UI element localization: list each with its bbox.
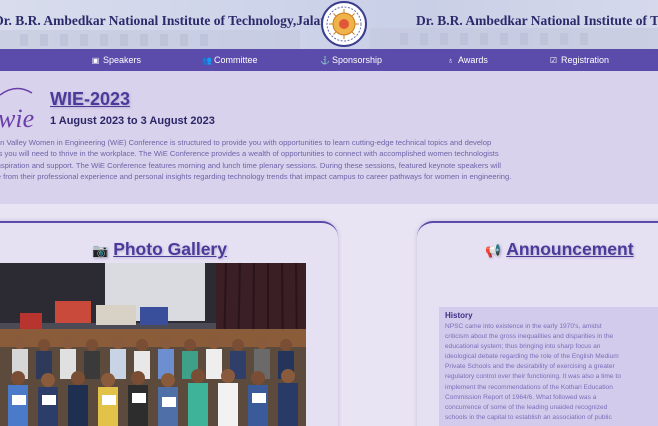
history-heading: History (445, 311, 473, 320)
conference-date: 1 August 2023 to 3 August 2023 (50, 115, 215, 127)
photo-gallery-card: 📷 Photo Gallery (0, 221, 338, 426)
form-icon: ☑ (549, 56, 558, 65)
nav-item-label: Committee (214, 55, 258, 65)
projector-icon: ▣ (91, 56, 100, 65)
nav-item-speakers[interactable]: ▣ Speakers (91, 49, 141, 71)
intro-section: wie WIE-2023 1 August 2023 to 3 August 2… (0, 71, 658, 204)
announcement-label: Announcement (506, 239, 634, 259)
description-line: Silicon Valley Women in Engineering (WiE… (0, 138, 492, 147)
description-line: for inspiration and support. The WiE Con… (0, 160, 501, 170)
gallery-photo[interactable] (0, 263, 306, 426)
announcement-title[interactable]: 📢 Announcement (485, 239, 634, 260)
wie-logo-text: wie (0, 104, 34, 131)
photo-gallery-label: Photo Gallery (113, 239, 227, 259)
photo-gallery-title[interactable]: 📷 Photo Gallery (92, 239, 227, 260)
nav-item-label: Awards (458, 55, 488, 65)
institute-name-right: Dr. B.R. Ambedkar National Institute of … (416, 13, 658, 28)
group-photo-image (0, 263, 306, 426)
conference-description: Silicon Valley Women in Engineering (WiE… (0, 137, 658, 182)
award-icon: ♁ (447, 56, 454, 65)
history-line: Private Schools and the desirability of … (445, 363, 615, 371)
institute-emblem-icon (321, 1, 367, 47)
nav-item-label: Sponsorship (332, 55, 383, 65)
megaphone-icon: 📢 (485, 243, 502, 258)
handshake-icon: ⚓ (320, 56, 330, 65)
history-line: ideological debate regarding the role of… (445, 353, 619, 361)
nav-item-sponsorship[interactable]: ⚓ Sponsorship (320, 49, 382, 71)
nav-item-label: Registration (561, 55, 610, 65)
nav-item-committee[interactable]: 👥 Committee (202, 49, 258, 71)
wie-logo: wie (0, 87, 34, 131)
header-banner: Dr. B.R. Ambedkar National Institute of … (0, 0, 658, 49)
description-line: skills you will need to thrive in the wo… (0, 149, 499, 159)
users-icon: 👥 (202, 56, 212, 65)
history-panel: History NPSC came into existence in the … (439, 307, 658, 426)
camera-icon: 📷 (92, 243, 109, 258)
history-line: NPSC came into existence in the early 19… (445, 323, 602, 330)
history-line: Commission Report of 1964/6. What follow… (445, 393, 597, 401)
description-line: share from their professional experience… (0, 171, 512, 181)
history-line: schools in the capital to establish an a… (445, 413, 612, 421)
nav-item-awards[interactable]: ♁ Awards (446, 49, 488, 71)
institute-name-left: Dr. B.R. Ambedkar National Institute of … (0, 13, 356, 28)
conference-title[interactable]: WIE-2023 (50, 89, 130, 110)
history-line: educational system; thus bringing into s… (445, 343, 601, 351)
nav-item-registration[interactable]: ☑ Registration (549, 49, 609, 71)
nav-item-label: Speakers (103, 55, 142, 65)
history-line: concurrence of some of the leading unaid… (445, 403, 608, 411)
history-line: criticism about the gross inequalities a… (445, 333, 614, 341)
history-line: implement the recommendations of the Kot… (445, 383, 613, 391)
history-line: regulatory control over their functionin… (445, 373, 621, 381)
announcement-card: 📢 Announcement History NPSC came into exi… (417, 221, 658, 426)
main-nav: ▣ Speakers 👥 Committee ⚓ Sponsorship ♁ Award… (0, 49, 658, 71)
page: Dr. B.R. Ambedkar National Institute of … (0, 0, 658, 426)
